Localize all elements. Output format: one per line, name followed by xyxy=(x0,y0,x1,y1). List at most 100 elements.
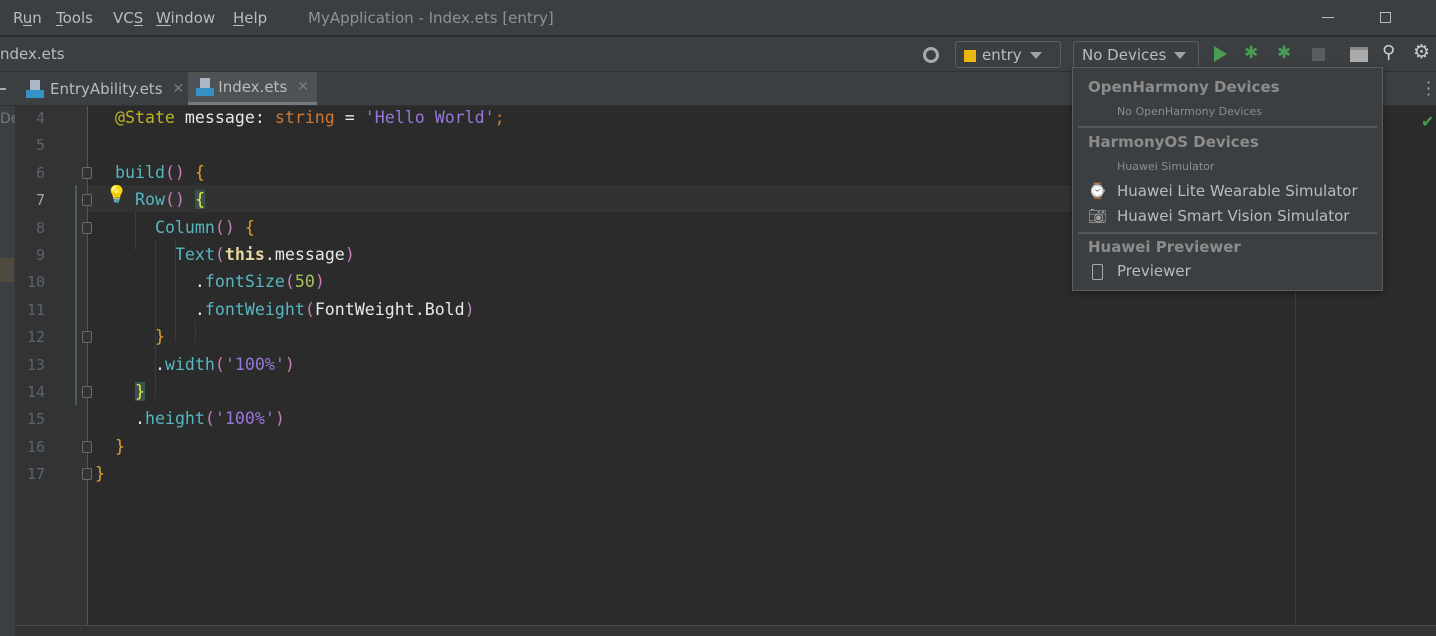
device-label: No Devices xyxy=(1082,46,1167,64)
code-token: message: xyxy=(174,108,275,127)
code-line: .width('100%') xyxy=(95,351,295,378)
fold-marker-icon[interactable] xyxy=(82,386,92,398)
device-selector[interactable]: No Devices xyxy=(1073,41,1199,68)
line-number: 14 xyxy=(26,383,45,401)
code-token: 50 xyxy=(294,272,315,292)
tab-label: Index.ets xyxy=(218,78,288,96)
code-token: () xyxy=(164,190,185,210)
check-icon: ✔ xyxy=(1421,112,1435,131)
debug-icon[interactable]: ✱ xyxy=(1244,43,1258,63)
code-token: string xyxy=(274,108,335,127)
indent-guide xyxy=(195,322,196,342)
section-header: Huawei Previewer xyxy=(1088,238,1241,256)
line-number: 6 xyxy=(35,163,45,182)
line-number: 4 xyxy=(35,109,45,127)
code-line: Text(this.message) xyxy=(95,241,355,268)
marker xyxy=(0,258,14,282)
indent-guide xyxy=(175,240,176,342)
fold-marker-icon[interactable] xyxy=(82,194,92,207)
indent-guide xyxy=(155,240,156,398)
code-token: () xyxy=(164,162,185,182)
module-icon xyxy=(964,49,976,62)
divider xyxy=(1078,126,1377,128)
code-token: fontSize xyxy=(204,272,285,292)
fold-marker-icon[interactable] xyxy=(82,440,92,453)
code-line: } xyxy=(95,433,125,460)
restore-button[interactable] xyxy=(1380,12,1391,23)
fold-marker-icon[interactable] xyxy=(82,331,92,344)
code-token: height xyxy=(144,409,205,429)
code-token: ( xyxy=(214,245,225,264)
breadcrumb[interactable]: ndex.ets xyxy=(0,45,65,63)
mnemonic-underline xyxy=(233,25,245,26)
code-token: fontWeight xyxy=(204,299,305,319)
code-line: Column() { xyxy=(95,214,255,241)
minimize-button[interactable] xyxy=(1322,17,1334,18)
stop-icon[interactable] xyxy=(1312,48,1325,61)
line-number: 11 xyxy=(26,300,45,319)
phone-icon xyxy=(1088,262,1107,280)
tab-entryability[interactable]: EntryAbility.ets ✕ xyxy=(18,72,192,105)
item-label: Huawei Smart Vision Simulator xyxy=(1117,207,1350,225)
run-icon[interactable] xyxy=(1214,46,1227,62)
code-line: } xyxy=(95,378,145,405)
code-token: '100%' xyxy=(224,354,285,374)
code-line: .height('100%') xyxy=(95,405,285,432)
code-token: = xyxy=(334,108,365,127)
mnemonic-underline xyxy=(56,25,63,26)
code-token: . xyxy=(194,299,205,319)
change-marker xyxy=(75,185,77,405)
menu-bar: Run Tools VCS Window Help MyApplication … xyxy=(0,0,1436,36)
line-number: 12 xyxy=(26,328,45,347)
line-number: 17 xyxy=(26,465,45,484)
close-icon[interactable]: ✕ xyxy=(173,81,185,97)
code-token: { xyxy=(244,217,255,237)
module-selector[interactable]: entry xyxy=(955,41,1061,68)
more-options-icon[interactable]: · · · xyxy=(1426,75,1431,103)
device-item-previewer[interactable]: Previewer xyxy=(1088,262,1191,280)
code-token: ) xyxy=(344,245,355,264)
fold-marker-icon[interactable] xyxy=(82,468,92,481)
code-line: @State message: string = 'Hello World'; xyxy=(95,104,505,131)
attach-debugger-icon[interactable]: ✱ xyxy=(1277,43,1291,63)
device-item-smart-vision[interactable]: 📷︎ Huawei Smart Vision Simulator xyxy=(1088,207,1349,225)
indent-guide xyxy=(135,212,136,250)
fold-marker-icon[interactable] xyxy=(82,166,92,179)
divider xyxy=(1078,232,1377,234)
status-bar xyxy=(15,625,1436,636)
project-structure-icon[interactable] xyxy=(1350,47,1368,62)
locate-icon[interactable] xyxy=(923,47,939,63)
tab-label: EntryAbility.ets xyxy=(50,79,163,98)
fold-marker-icon[interactable] xyxy=(82,221,92,234)
gear-icon[interactable]: ⚙ xyxy=(1413,41,1430,63)
line-number: 9 xyxy=(35,246,45,264)
line-number: 13 xyxy=(26,355,45,374)
close-icon[interactable]: ✕ xyxy=(297,79,309,95)
code-line: } xyxy=(95,460,105,487)
code-token: . xyxy=(154,354,165,374)
code-token: . xyxy=(194,272,205,292)
code-token: ( xyxy=(304,299,315,319)
line-number: 15 xyxy=(26,410,45,429)
line-number: 10 xyxy=(26,273,45,292)
device-item-lite-wearable[interactable]: ⌚ Huawei Lite Wearable Simulator xyxy=(1088,182,1357,200)
collapse-icon[interactable] xyxy=(0,88,6,90)
tab-index[interactable]: Index.ets ✕ xyxy=(188,72,317,105)
search-icon[interactable]: ⚲ xyxy=(1382,42,1395,63)
code-token: '100%' xyxy=(214,409,275,429)
code-token: FontWeight.Bold xyxy=(314,299,465,319)
code-token: () xyxy=(214,217,235,237)
chevron-down-icon xyxy=(1174,52,1187,59)
lightbulb-icon[interactable]: 💡 xyxy=(106,185,127,205)
mnemonic-underline xyxy=(156,25,171,26)
code-token: } xyxy=(95,464,105,484)
mnemonic-underline xyxy=(133,25,144,26)
